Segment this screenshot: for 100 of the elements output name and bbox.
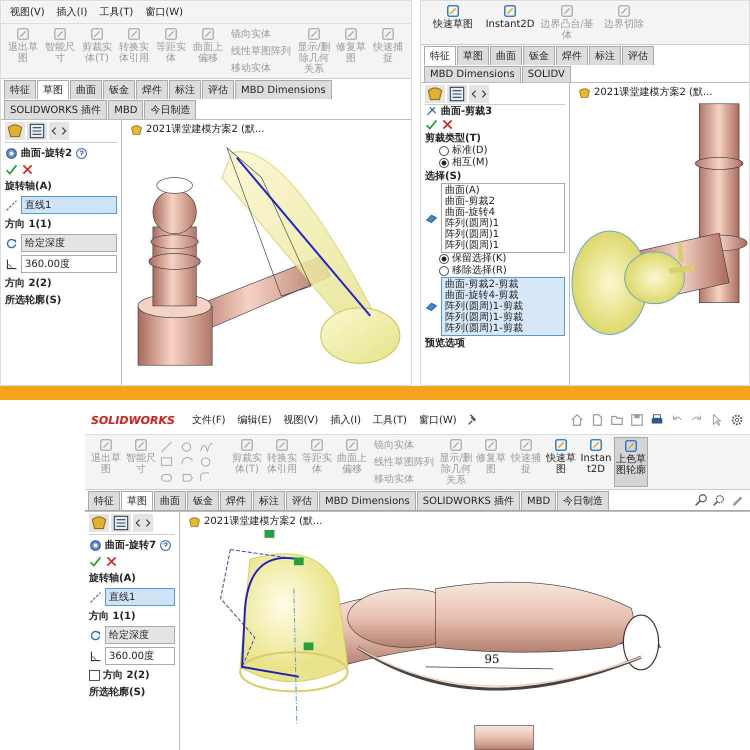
- cancel-icon[interactable]: [21, 163, 34, 176]
- menu-item[interactable]: 文件(F): [188, 411, 228, 429]
- property-manager-tab-icon[interactable]: [111, 514, 131, 532]
- ok-icon[interactable]: [89, 555, 102, 568]
- tool-icon: [164, 27, 178, 41]
- ribbon-tab[interactable]: 今日制造: [557, 491, 610, 510]
- home-icon[interactable]: [570, 413, 584, 427]
- property-manager-tab-icon[interactable]: [447, 85, 467, 103]
- ribbon-tab[interactable]: 钣金: [187, 491, 219, 510]
- ribbon-tab[interactable]: 曲面: [490, 46, 522, 65]
- ribbon-tab[interactable]: 评估: [622, 46, 654, 65]
- feature-manager-tab-icon[interactable]: [425, 85, 445, 103]
- scroll-arrows-icon[interactable]: [469, 85, 489, 103]
- ribbon-tab[interactable]: MBD Dimensions: [424, 66, 521, 82]
- ribbon-tab[interactable]: 评估: [202, 80, 234, 99]
- ribbon-tab[interactable]: 焊件: [556, 46, 588, 65]
- menu-item[interactable]: 工具(T): [370, 411, 410, 429]
- help-icon[interactable]: [75, 146, 88, 160]
- list-item[interactable]: 曲面-旋转4: [445, 207, 561, 218]
- list-item[interactable]: 阵列(圆周)1: [445, 218, 561, 229]
- ribbon-tab[interactable]: 特征: [424, 46, 456, 65]
- list-item[interactable]: 曲面-剪裁2: [445, 196, 561, 207]
- ribbon-tab[interactable]: 标注: [589, 46, 621, 65]
- reverse-direction-icon[interactable]: [5, 236, 18, 250]
- menu-item[interactable]: 插入(I): [54, 3, 90, 21]
- ribbon-tab[interactable]: 草图: [457, 46, 489, 65]
- list-item[interactable]: 曲面-剪裁2-剪裁: [445, 279, 561, 290]
- menu-item[interactable]: 视图(V): [7, 3, 48, 21]
- scroll-arrows-icon[interactable]: [133, 514, 153, 532]
- gear-icon[interactable]: [730, 413, 744, 427]
- ribbon-tab[interactable]: 评估: [286, 491, 318, 510]
- toolbar-button[interactable]: 上色草图轮廓: [614, 437, 648, 487]
- ribbon-tab[interactable]: 焊件: [136, 80, 168, 99]
- ribbon-tab[interactable]: 钣金: [523, 46, 555, 65]
- list-item[interactable]: 阵列(圆周)1-剪裁: [445, 323, 561, 334]
- ribbon-tab[interactable]: 今日制造: [144, 100, 196, 119]
- axis-field[interactable]: 直线1: [105, 588, 175, 606]
- end-condition-dropdown[interactable]: 给定深度: [21, 234, 117, 252]
- menu-item[interactable]: 窗口(W): [142, 3, 186, 21]
- ribbon-tab[interactable]: MBD Dimensions: [235, 80, 332, 99]
- scroll-arrows-icon[interactable]: [49, 122, 69, 140]
- ok-icon[interactable]: [425, 118, 438, 131]
- ribbon-tab[interactable]: 标注: [169, 80, 201, 99]
- ribbon-tab[interactable]: 钣金: [103, 80, 135, 99]
- ribbon-tab[interactable]: 标注: [253, 491, 285, 510]
- list-item[interactable]: 阵列(圆周)1: [445, 240, 561, 251]
- ribbon-tab[interactable]: 曲面: [70, 80, 102, 99]
- axis-field[interactable]: 直线1: [21, 196, 117, 214]
- radio-option[interactable]: 相互(M): [425, 157, 565, 169]
- list-item[interactable]: 阵列(圆周)1-剪裁: [445, 301, 561, 312]
- menu-item[interactable]: 编辑(E): [234, 411, 275, 429]
- ribbon-tab[interactable]: MBD Dimensions: [319, 491, 416, 510]
- toolbar-button[interactable]: 快速草图: [544, 437, 578, 487]
- ok-icon[interactable]: [5, 163, 18, 176]
- pieces-list[interactable]: 曲面-剪裁2-剪裁 曲面-旋转4-剪裁 阵列(圆周)1-剪裁 阵列(圆周)1-剪裁 阵列(圆周)1-剪裁: [441, 277, 565, 336]
- toolbar-button[interactable]: Instant2D: [482, 3, 538, 42]
- tool-icon: [275, 438, 289, 452]
- angle-field[interactable]: 360.00度: [105, 647, 175, 665]
- list-item[interactable]: 曲面-旋转4-剪裁: [445, 290, 561, 301]
- menu-item[interactable]: 视图(V): [280, 411, 322, 429]
- feature-manager-tab-icon[interactable]: [89, 514, 109, 532]
- direction2-checkbox[interactable]: [89, 670, 100, 680]
- cursor-icon[interactable]: [710, 413, 724, 427]
- ribbon-tab[interactable]: SOLIDV: [522, 66, 571, 82]
- save-icon[interactable]: [630, 413, 644, 427]
- radio-option[interactable]: 移除选择(R): [425, 265, 565, 277]
- ribbon-tab[interactable]: 曲面: [154, 491, 186, 510]
- ribbon-tab[interactable]: SOLIDWORKS 插件: [4, 100, 108, 119]
- list-item[interactable]: 阵列(圆周)1: [445, 229, 561, 240]
- cancel-icon[interactable]: [105, 555, 118, 568]
- toolbar-button[interactable]: 快速草图: [425, 3, 481, 42]
- new-document-icon[interactable]: [590, 413, 604, 427]
- end-condition-dropdown[interactable]: 给定深度: [105, 626, 175, 644]
- ribbon-tab[interactable]: MBD: [520, 491, 556, 510]
- menu-item[interactable]: 窗口(W): [416, 411, 460, 429]
- radio-option[interactable]: 标准(D): [425, 145, 565, 157]
- help-icon[interactable]: [159, 538, 172, 552]
- ribbon-tab[interactable]: 草图: [37, 80, 69, 99]
- ribbon-tab[interactable]: 焊件: [220, 491, 252, 510]
- tool-icon: [345, 438, 359, 452]
- property-manager-tab-icon[interactable]: [27, 122, 47, 140]
- cancel-icon[interactable]: [441, 118, 454, 131]
- menu-item[interactable]: 工具(T): [96, 3, 136, 21]
- feature-manager-tab-icon[interactable]: [5, 122, 25, 140]
- angle-field[interactable]: 360.00度: [21, 255, 117, 273]
- ribbon-tab[interactable]: SOLIDWORKS 插件: [416, 491, 520, 510]
- ribbon-tab[interactable]: 特征: [88, 491, 120, 510]
- reverse-direction-icon[interactable]: [89, 628, 102, 642]
- surface-list[interactable]: 曲面(A) 曲面-剪裁2 曲面-旋转4 阵列(圆周)1 阵列(圆周)1 阵列(圆周)1: [441, 183, 565, 253]
- menu-item[interactable]: 插入(I): [327, 411, 364, 429]
- tool-icon: [240, 438, 254, 452]
- folder-icon[interactable]: [610, 413, 624, 427]
- search-icon[interactable]: [694, 493, 708, 507]
- toolbar-button[interactable]: Instant2D: [579, 437, 613, 487]
- list-item[interactable]: 阵列(圆周)1-剪裁: [445, 312, 561, 323]
- radio-option[interactable]: 保留选择(K): [425, 253, 565, 265]
- ribbon-tab[interactable]: 草图: [121, 491, 153, 510]
- zoom-to-fit-icon[interactable]: [712, 493, 726, 507]
- ribbon-tab[interactable]: MBD: [108, 100, 144, 119]
- ribbon-tab[interactable]: 特征: [4, 80, 36, 99]
